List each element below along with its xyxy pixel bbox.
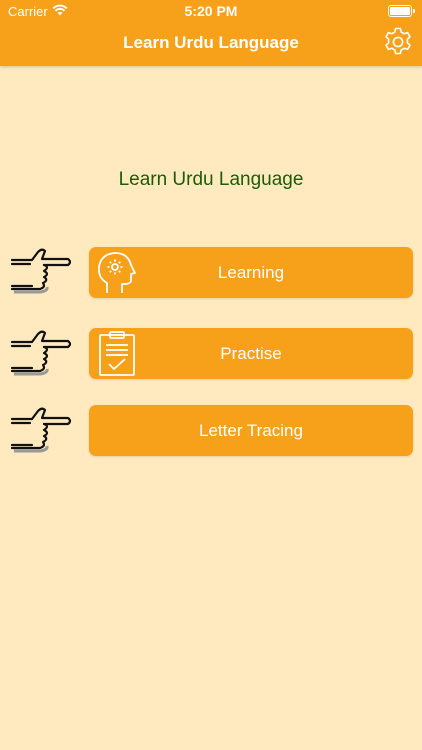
status-time: 5:20 PM bbox=[184, 3, 238, 19]
gear-icon[interactable] bbox=[382, 26, 414, 58]
top-bar: Carrier 5:20 PM Learn Urdu Language bbox=[0, 0, 422, 66]
pointing-hand-icon bbox=[10, 330, 72, 376]
pointing-hand-icon bbox=[10, 407, 72, 453]
learning-button[interactable]: Learning bbox=[89, 247, 413, 298]
letter-tracing-label: Letter Tracing bbox=[199, 420, 303, 440]
page-title: Learn Urdu Language bbox=[118, 169, 304, 190]
pointing-hand-icon bbox=[10, 248, 72, 294]
letter-tracing-button[interactable]: Letter Tracing bbox=[89, 405, 413, 456]
learning-label: Learning bbox=[217, 262, 285, 282]
practise-button[interactable]: Practise bbox=[89, 328, 413, 379]
nav-title: Learn Urdu Language bbox=[123, 33, 299, 52]
status-bar: Carrier 5:20 PM bbox=[0, 0, 422, 22]
battery-icon bbox=[388, 5, 415, 17]
practise-label: Practise bbox=[220, 343, 282, 363]
